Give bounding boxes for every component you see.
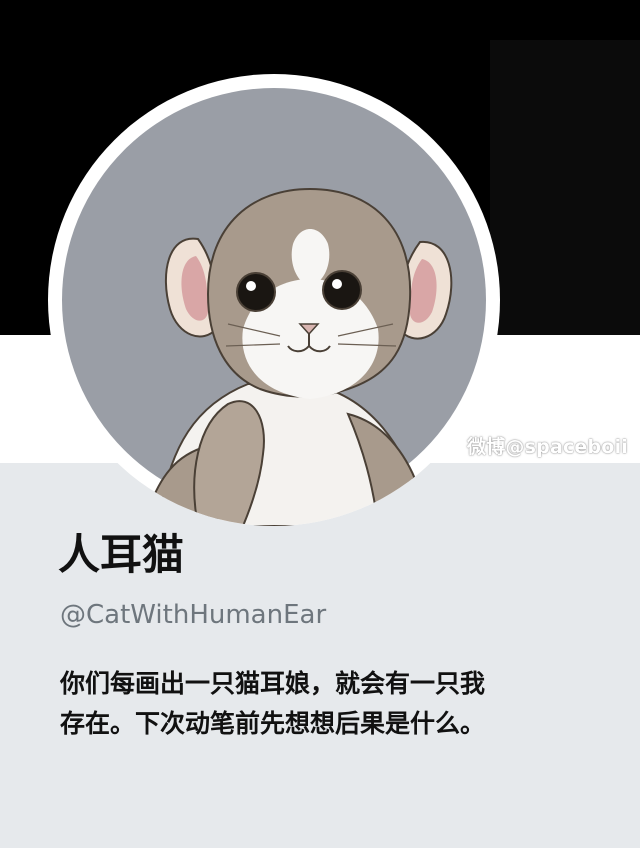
display-name: 人耳猫	[58, 530, 185, 579]
profile-bio: 你们每画出一只猫耳娘，就会有一只我 存在。下次动笔前先想想后果是什么。	[60, 664, 570, 744]
bio-line: 存在。下次动笔前先想想后果是什么。	[60, 709, 486, 738]
banner-shade	[490, 40, 640, 335]
watermark: 微博@spaceboii	[467, 436, 628, 458]
bio-line: 你们每画出一只猫耳娘，就会有一只我	[60, 669, 486, 698]
avatar[interactable]	[48, 74, 500, 526]
cat-avatar-icon	[62, 88, 486, 526]
profile-handle[interactable]: @CatWithHumanEar	[60, 600, 326, 631]
